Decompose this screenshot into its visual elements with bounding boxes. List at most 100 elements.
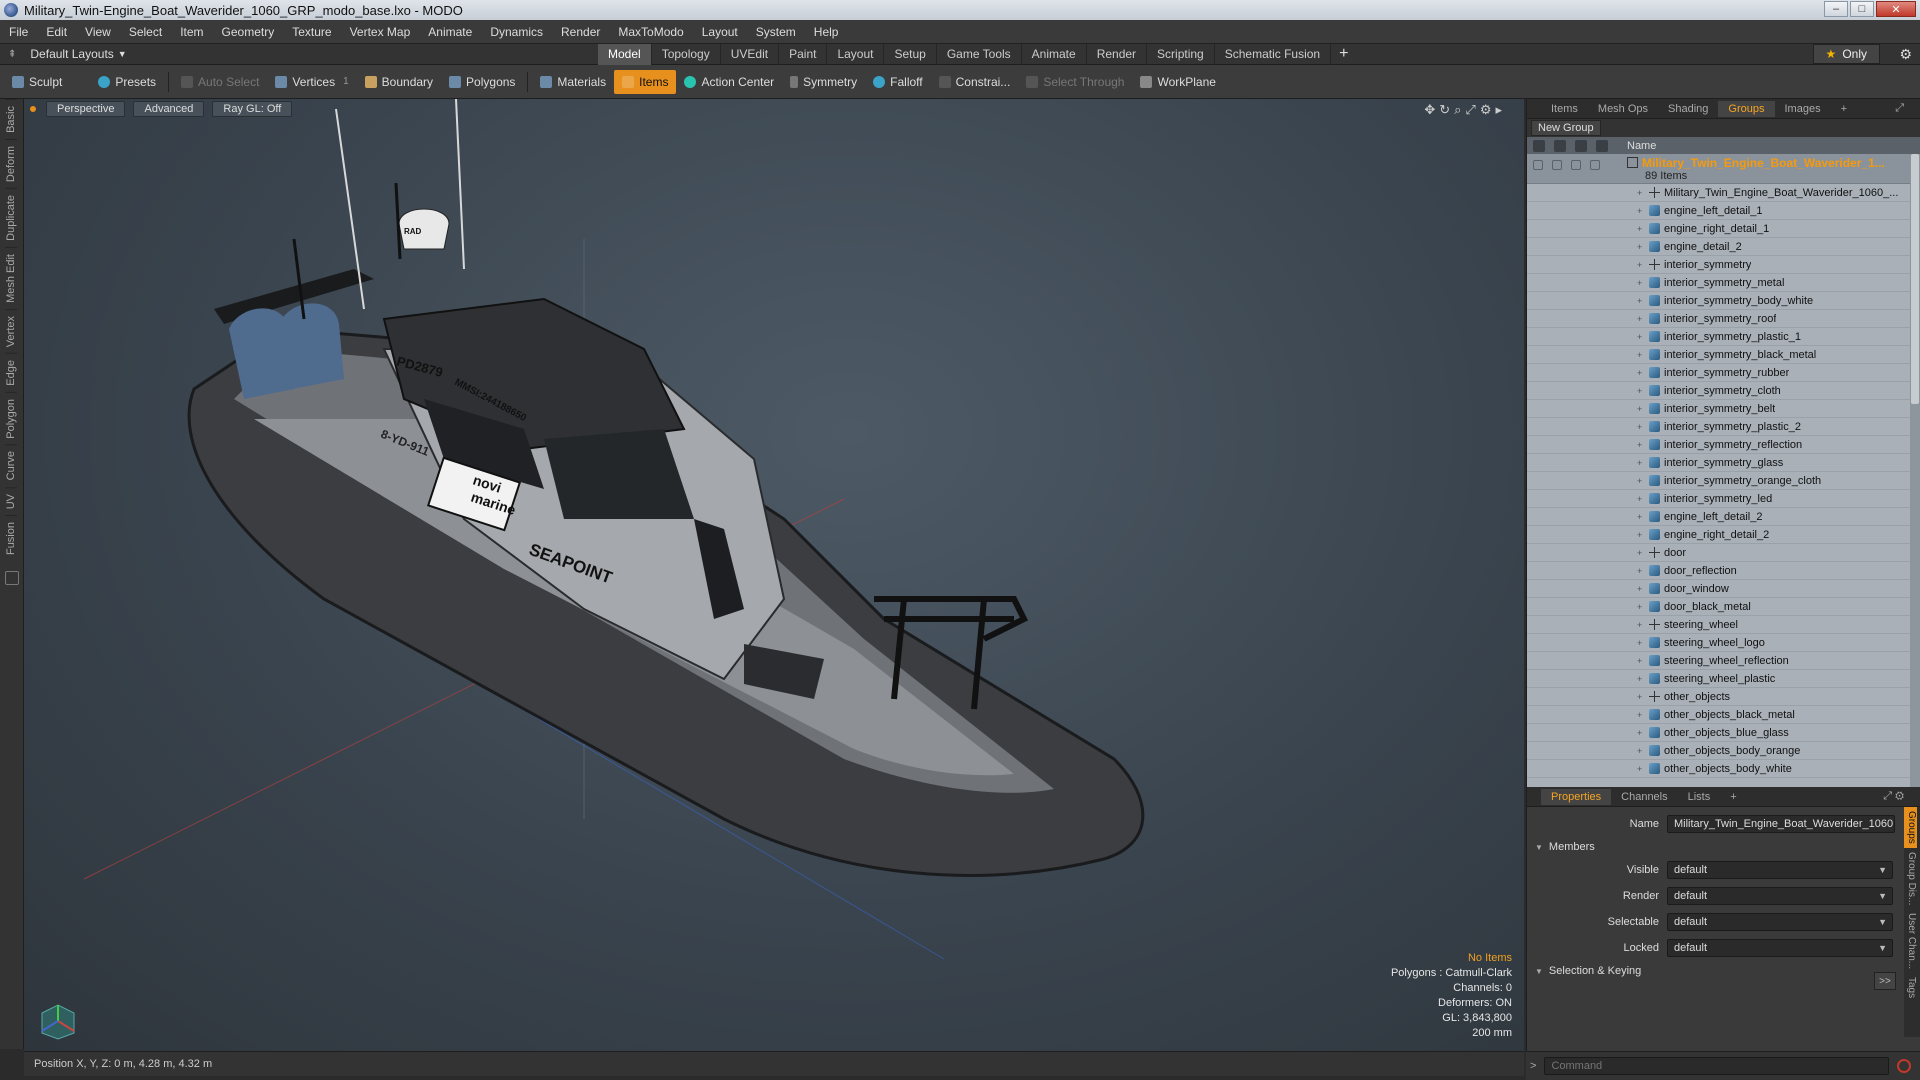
tab-shading[interactable]: Shading [1658,101,1718,117]
list-item[interactable]: + other_objects_body_white [1527,760,1920,778]
gear-icon[interactable]: ⚙ [1899,46,1912,63]
panel-expand-icon[interactable]: ⤢ [1885,100,1914,117]
tab-properties[interactable]: Properties [1541,788,1612,805]
left-tab-polygon[interactable]: Polygon [5,391,17,445]
sculpt-button[interactable]: Sculpt [4,70,70,94]
layout-selector[interactable]: ⇞ Default Layouts ▼ [8,47,598,61]
side-tab-tags[interactable]: Tags [1904,973,1917,1002]
list-item[interactable]: + other_objects [1527,688,1920,706]
action-center-button[interactable]: Action Center [676,70,782,94]
render-icon[interactable] [1554,139,1566,152]
raygl-button[interactable]: Ray GL: Off [212,101,293,117]
members-section[interactable]: ▼ Members [1527,837,1920,857]
prop-expand-icon[interactable]: ⤢ ⚙ [1873,788,1914,805]
list-item[interactable]: + door [1527,544,1920,562]
rotate-icon[interactable]: ↻ [1439,102,1454,117]
menu-select[interactable]: Select [120,25,171,39]
left-tab-edge[interactable]: Edge [5,352,17,392]
list-item[interactable]: + door_window [1527,580,1920,598]
side-tab-group-display[interactable]: Group Dis... [1904,848,1917,909]
add-prop-tab-icon[interactable]: + [1720,789,1746,805]
list-item[interactable]: + steering_wheel_reflection [1527,652,1920,670]
list-item[interactable]: + interior_symmetry_body_white [1527,292,1920,310]
tab-paint[interactable]: Paint [779,43,828,65]
list-item[interactable]: + engine_left_detail_1 [1527,202,1920,220]
list-item[interactable]: + interior_symmetry_glass [1527,454,1920,472]
list-item[interactable]: + interior_symmetry_led [1527,490,1920,508]
symmetry-button[interactable]: Symmetry [782,70,865,94]
list-item[interactable]: + interior_symmetry_metal [1527,274,1920,292]
menu-view[interactable]: View [76,25,120,39]
tab-topology[interactable]: Topology [652,43,721,65]
list-item[interactable]: + interior_symmetry_black_metal [1527,346,1920,364]
boundary-button[interactable]: Boundary [357,70,441,94]
tab-model[interactable]: Model [598,43,652,65]
tab-groups[interactable]: Groups [1718,100,1775,117]
list-item[interactable]: + other_objects_body_orange [1527,742,1920,760]
menu-dynamics[interactable]: Dynamics [481,25,552,39]
side-tab-groups[interactable]: Groups [1904,807,1917,848]
close-button[interactable]: ✕ [1876,1,1916,17]
list-item[interactable]: + steering_wheel_plastic [1527,670,1920,688]
shading-mode-button[interactable]: Advanced [133,101,205,117]
tab-items[interactable]: Items [1541,101,1588,117]
menu-animate[interactable]: Animate [419,25,481,39]
menu-file[interactable]: File [0,25,37,39]
list-item[interactable]: + engine_detail_2 [1527,238,1920,256]
tab-layout[interactable]: Layout [827,43,885,65]
menu-geometry[interactable]: Geometry [213,25,284,39]
groups-list[interactable]: Name Military_Twin_Engine_Boat_Waverider… [1527,137,1920,787]
menu-maxtomodo[interactable]: MaxToModo [609,25,692,39]
left-tab-duplicate[interactable]: Duplicate [5,187,17,247]
list-item[interactable]: + interior_symmetry_belt [1527,400,1920,418]
left-tab-basic[interactable]: Basic [5,99,17,139]
group-row[interactable]: Military_Twin_Engine_Boat_Waverider_1...… [1527,154,1920,184]
select-toggle[interactable] [1590,160,1600,170]
tab-channels[interactable]: Channels [1611,789,1677,805]
eye-icon[interactable] [1533,139,1545,152]
left-tab-mesh-edit[interactable]: Mesh Edit [5,246,17,309]
left-tab-vertex[interactable]: Vertex [5,308,17,353]
list-item[interactable]: + door_black_metal [1527,598,1920,616]
list-item[interactable]: + interior_symmetry_cloth [1527,382,1920,400]
auto-select-button[interactable]: Auto Select [173,70,267,94]
list-item[interactable]: + interior_symmetry_orange_cloth [1527,472,1920,490]
select-icon[interactable] [1596,139,1608,152]
menu-item[interactable]: Item [171,25,212,39]
render-toggle[interactable] [1552,160,1562,170]
menu-vertex-map[interactable]: Vertex Map [341,25,420,39]
left-tab-uv[interactable]: UV [5,486,17,516]
workplane-button[interactable]: WorkPlane [1132,70,1223,94]
tab-schematic-fusion[interactable]: Schematic Fusion [1215,43,1332,65]
tab-images[interactable]: Images [1775,101,1831,117]
panel-toggle-icon[interactable] [5,571,19,586]
play-icon[interactable]: ▸ [1495,102,1506,117]
view-mode-button[interactable]: Perspective [46,101,126,117]
list-item[interactable]: + engine_left_detail_2 [1527,508,1920,526]
menu-layout[interactable]: Layout [693,25,747,39]
selection-keying-section[interactable]: ▼ Selection & Keying [1527,961,1920,981]
3d-viewport[interactable]: PD2879 MMSI:244188650 8-YD-911 novi mari… [24,99,1524,1051]
stop-icon[interactable] [1897,1059,1912,1073]
left-tab-curve[interactable]: Curve [5,444,17,487]
list-item[interactable]: + interior_symmetry_roof [1527,310,1920,328]
list-item[interactable]: + interior_symmetry_plastic_2 [1527,418,1920,436]
fit-icon[interactable]: ⤢ [1465,102,1479,117]
list-scrollbar[interactable] [1910,154,1920,787]
expand-button[interactable]: >> [1874,972,1896,990]
viewport-options-dot[interactable] [30,106,36,112]
side-tab-user-channels[interactable]: User Chan... [1904,909,1917,973]
move-icon[interactable]: ✥ [1424,102,1439,117]
list-item[interactable]: + steering_wheel [1527,616,1920,634]
viewport-gear-icon[interactable]: ⚙ [1480,102,1496,117]
menu-system[interactable]: System [747,25,805,39]
lock-toggle[interactable] [1571,160,1581,170]
list-item[interactable]: + other_objects_blue_glass [1527,724,1920,742]
add-panel-tab-icon[interactable]: + [1831,101,1857,117]
tab-mesh-ops[interactable]: Mesh Ops [1588,101,1658,117]
presets-button[interactable]: Presets [90,70,164,94]
locked-select[interactable]: default ▼ [1667,939,1893,957]
list-item[interactable]: + interior_symmetry_plastic_1 [1527,328,1920,346]
add-tab-icon[interactable]: + [1339,45,1348,63]
items-button[interactable]: Items [614,69,677,94]
